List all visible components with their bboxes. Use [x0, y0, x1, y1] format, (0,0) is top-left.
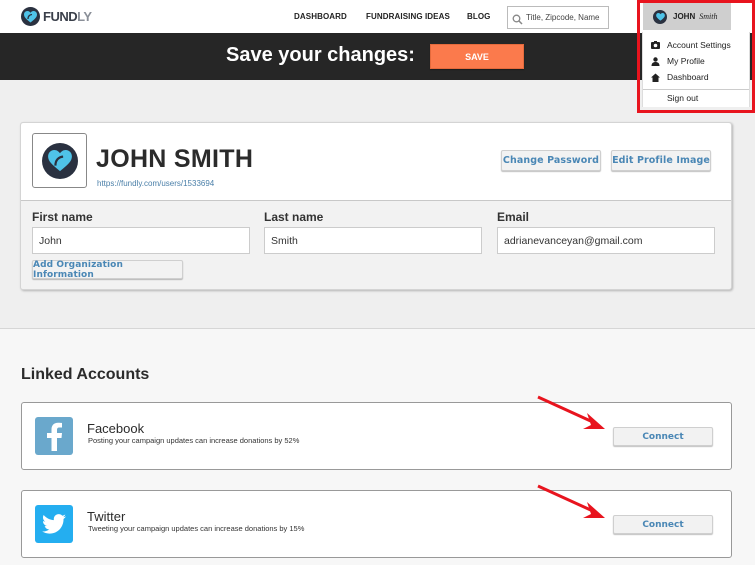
linked-accounts-title: Linked Accounts: [21, 366, 150, 383]
profile-card: JOHN SMITH https://fundly.com/users/1533…: [20, 122, 732, 290]
add-organization-button[interactable]: Add Organization Information: [32, 260, 183, 280]
twitter-name: Twitter: [87, 509, 126, 524]
menu-label: Account Settings: [667, 40, 731, 50]
search-input[interactable]: [526, 13, 606, 22]
profile-image[interactable]: [32, 133, 87, 188]
user-icon: [651, 56, 660, 66]
user-dropdown-menu: Account Settings My Profile Dashboard Si…: [642, 27, 750, 107]
email-label: Email: [497, 210, 530, 224]
dropdown-caret: [737, 27, 747, 32]
last-name-input[interactable]: [264, 227, 482, 254]
menu-label: Dashboard: [667, 72, 709, 82]
facebook-name: Facebook: [87, 421, 145, 436]
profile-url-link[interactable]: https://fundly.com/users/1533694: [97, 179, 214, 188]
save-prompt: Save your changes:: [226, 44, 415, 66]
menu-item-sign-out[interactable]: Sign out: [667, 93, 698, 103]
change-password-button[interactable]: Change Password: [501, 150, 601, 171]
search-box[interactable]: [507, 6, 609, 29]
logo-text: FUNDLY: [43, 9, 92, 24]
twitter-icon: [35, 505, 73, 543]
facebook-icon: [35, 417, 73, 455]
edit-profile-image-button[interactable]: Edit Profile Image: [611, 150, 711, 171]
first-name-input[interactable]: [32, 227, 250, 254]
menu-label: My Profile: [667, 56, 705, 66]
fundly-logo[interactable]: FUNDLY: [21, 7, 92, 26]
twitter-account-card: Twitter Tweeting your campaign updates c…: [21, 490, 732, 558]
facebook-account-card: Facebook Posting your campaign updates c…: [21, 402, 732, 470]
settings-icon: [651, 40, 660, 50]
menu-divider: [643, 89, 749, 90]
nav-blog[interactable]: BLOG: [467, 12, 491, 21]
email-input[interactable]: [497, 227, 715, 254]
heart-logo-icon: [21, 7, 40, 26]
twitter-connect-button[interactable]: Connect: [613, 515, 713, 534]
profile-avatar-icon: [41, 142, 78, 179]
nav-fundraising-ideas[interactable]: FUNDRAISING IDEAS: [366, 12, 450, 21]
menu-item-my-profile[interactable]: My Profile: [651, 56, 705, 66]
user-menu-toggle[interactable]: JOHN Smith: [643, 3, 731, 30]
twitter-description: Tweeting your campaign updates can incre…: [88, 524, 305, 533]
save-button[interactable]: SAVE: [430, 44, 524, 69]
first-name-label: First name: [32, 210, 93, 224]
search-icon: [512, 12, 523, 25]
top-navigation: FUNDLY DASHBOARD FUNDRAISING IDEAS BLOG …: [0, 0, 755, 33]
facebook-connect-button[interactable]: Connect: [613, 427, 713, 446]
user-avatar-icon: [653, 9, 667, 24]
nav-dashboard[interactable]: DASHBOARD: [294, 12, 347, 21]
home-icon: [651, 73, 660, 82]
facebook-description: Posting your campaign updates can increa…: [88, 436, 300, 445]
user-last-name: Smith: [699, 12, 718, 21]
menu-item-account-settings[interactable]: Account Settings: [651, 40, 731, 50]
profile-header: JOHN SMITH https://fundly.com/users/1533…: [21, 123, 731, 201]
profile-name: JOHN SMITH: [96, 145, 254, 173]
menu-item-dashboard[interactable]: Dashboard: [651, 72, 709, 82]
last-name-label: Last name: [264, 210, 324, 224]
user-first-name: JOHN: [673, 12, 696, 21]
